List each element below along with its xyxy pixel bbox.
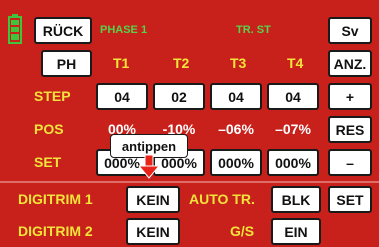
autotrim-label: AUTO TR.	[189, 191, 255, 207]
divider	[0, 181, 379, 183]
digitrim1-label: DIGITRIM 1	[18, 191, 93, 207]
autotrim-field[interactable]: BLK	[271, 186, 321, 213]
step-t3-field[interactable]: 04	[210, 83, 262, 110]
phase-label: PHASE 1	[100, 24, 148, 36]
column-t2: T2	[173, 55, 190, 71]
pos-t4-value: –07%	[275, 121, 311, 137]
gs-label: G/S	[230, 223, 255, 239]
trim-step-title: TR. ST	[236, 24, 271, 36]
sv-button[interactable]: Sv	[328, 17, 372, 44]
phase-button[interactable]: PH	[41, 50, 92, 77]
step-t1-field[interactable]: 04	[96, 83, 148, 110]
column-t3: T3	[230, 55, 247, 71]
step-label: STEP	[34, 88, 71, 104]
display-button[interactable]: ANZ.	[328, 50, 372, 77]
digitrim2-label: DIGITRIM 2	[18, 223, 93, 239]
pos-label: POS	[34, 121, 64, 137]
minus-button[interactable]: –	[328, 149, 372, 176]
step-t4-field[interactable]: 04	[267, 83, 319, 110]
set-t3-field[interactable]: 000%	[210, 149, 262, 176]
digitrim2-field[interactable]: KEIN	[126, 218, 180, 245]
reset-button[interactable]: RES	[328, 116, 372, 143]
step-t2-field[interactable]: 02	[153, 83, 205, 110]
gs-field[interactable]: EIN	[271, 218, 321, 245]
back-button[interactable]: RÜCK	[34, 17, 92, 44]
arrow-down-icon	[137, 154, 161, 179]
set-label: SET	[34, 154, 62, 170]
column-t4: T4	[287, 55, 304, 71]
plus-button[interactable]: +	[328, 83, 372, 110]
set-t4-field[interactable]: 000%	[267, 149, 319, 176]
battery-icon	[8, 14, 22, 44]
set-button[interactable]: SET	[328, 186, 372, 213]
pos-t3-value: –06%	[218, 121, 254, 137]
column-t1: T1	[113, 55, 130, 71]
digitrim1-field[interactable]: KEIN	[126, 186, 180, 213]
